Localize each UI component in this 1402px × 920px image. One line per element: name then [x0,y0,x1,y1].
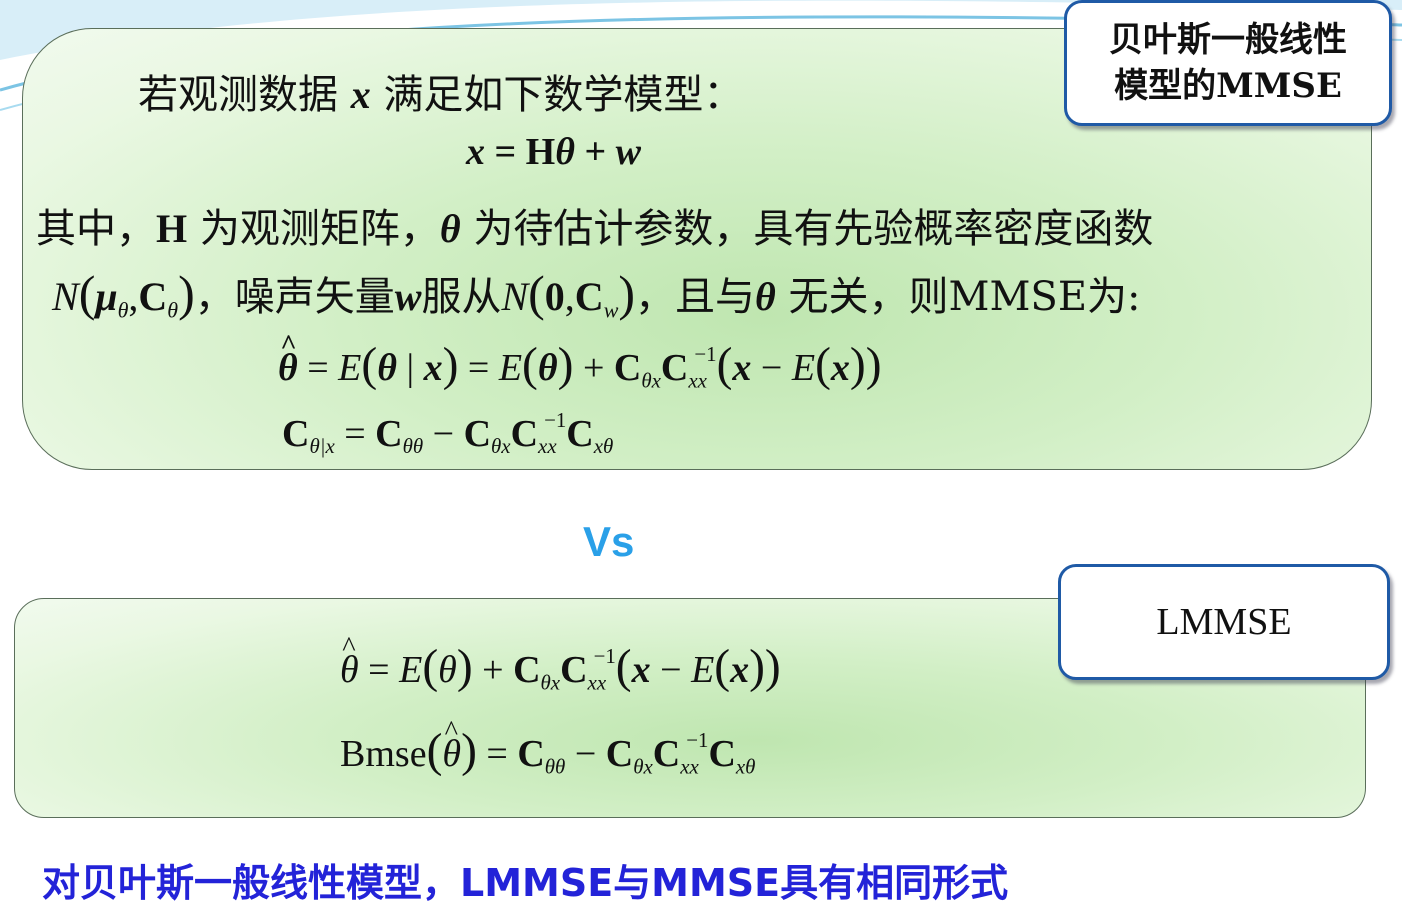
desc-text-b: 为观测矩阵， [199,206,440,252]
intro-prefix: 若观测数据 [138,72,338,118]
prior-w: w [394,274,422,319]
posterior-covariance-equation: Cθ|x = Cθθ − CθxCxx−1Cxθ [282,408,614,459]
prior-distribution: N(μθ,Cθ) [52,265,195,323]
prior-text-a: ，噪声矢量 [194,274,395,320]
mmse-estimator-equation: θ = E(θ | x) = E(θ) + CθxCxx−1(x − E(x)) [278,330,882,393]
tag-top-line2: 模型的MMSE [1114,66,1342,106]
tag-bottom-label: LMMSE [1156,601,1292,643]
desc-H: H [156,206,188,251]
desc-theta: θ [439,206,461,251]
intro-var: x [350,72,371,117]
intro-line: 若观测数据 x 满足如下数学模型： [138,62,743,120]
intro-suffix: 满足如下数学模型： [383,72,744,118]
bmse-equation: Bmse(θ) = Cθθ − CθxCxx−1Cxθ [340,716,755,779]
bayesian-mmse-tag: 贝叶斯一般线性 模型的MMSE [1064,0,1392,126]
prior-text-b: 服从 [421,274,502,320]
conclusion-text: 对贝叶斯一般线性模型，LMMSE与MMSE具有相同形式 [42,861,1009,905]
desc-text-a: 其中， [36,206,156,252]
model-equation: x = Hθ + w [466,131,641,173]
lmmse-tag: LMMSE [1058,564,1390,680]
desc-text-c: 为待估计参数，具有先验概率密度函数 [473,206,1154,252]
tag-top-line1: 贝叶斯一般线性 [1109,20,1347,60]
lmmse-estimator-equation: θ = E(θ) + CθxCxx−1(x − E(x)) [340,632,781,695]
prior-theta: θ [755,274,776,319]
prior-line: N(μθ,Cθ)，噪声矢量w服从N(0,Cw)，且与θ 无关，则MMSE为: [52,264,1141,324]
noise-distribution: N(0,Cw) [501,265,636,323]
vs-label: Vs [583,518,635,565]
bmse-label: Bmse [340,733,427,775]
description-line: 其中，H 为观测矩阵，θ 为待估计参数，具有先验概率密度函数 [36,196,1153,254]
prior-text-c: ，且与 [635,274,756,320]
prior-text-d: 无关，则MMSE为: [788,274,1141,320]
